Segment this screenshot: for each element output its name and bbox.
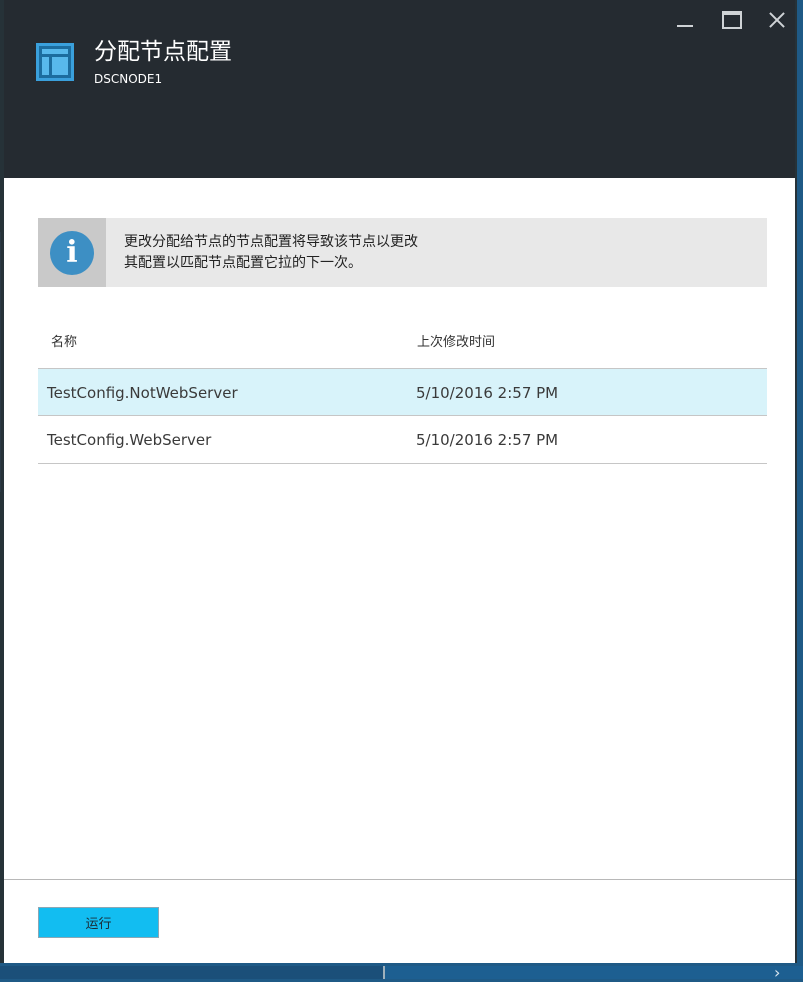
row-name: TestConfig.WebServer xyxy=(47,431,212,449)
blade-window: 分配节点配置 DSCNODE1 i 更改分配给节点的节点配置将导致该节点以更改 … xyxy=(0,0,797,963)
blade-icon-bar xyxy=(42,49,68,54)
row-last-modified: 5/10/2016 2:57 PM xyxy=(416,431,559,449)
info-message: 更改分配给节点的节点配置将导致该节点以更改 其配置以匹配节点配置它拉的下一次。 xyxy=(124,232,744,274)
blade-icon-left-panel xyxy=(42,57,49,75)
info-icon: i xyxy=(50,231,94,275)
close-icon[interactable] xyxy=(763,6,791,34)
blade-icon-right-panel xyxy=(52,57,68,75)
blade-icon xyxy=(36,43,74,81)
minimize-icon[interactable] xyxy=(671,6,699,34)
table-row[interactable]: TestConfig.NotWebServer 5/10/2016 2:57 P… xyxy=(38,368,767,416)
column-header-last-modified[interactable]: 上次修改时间 xyxy=(417,331,495,350)
blade-header: 分配节点配置 DSCNODE1 xyxy=(4,0,795,178)
taskbar-right xyxy=(383,966,803,979)
table-row[interactable]: TestConfig.WebServer 5/10/2016 2:57 PM xyxy=(38,416,767,464)
row-last-modified: 5/10/2016 2:57 PM xyxy=(416,384,559,402)
window-edge xyxy=(0,232,1,492)
chevron-right-icon[interactable]: › xyxy=(774,965,786,981)
info-message-line-2: 其配置以匹配节点配置它拉的下一次。 xyxy=(124,255,362,271)
row-name: TestConfig.NotWebServer xyxy=(47,384,238,402)
column-header-name[interactable]: 名称 xyxy=(51,331,77,350)
maximize-icon[interactable] xyxy=(717,6,745,34)
run-button[interactable]: 运行 xyxy=(38,907,159,938)
page-title: 分配节点配置 xyxy=(94,39,232,65)
page-subtitle: DSCNODE1 xyxy=(94,72,163,86)
grid-header: 名称 上次修改时间 xyxy=(38,320,767,360)
info-icon-panel: i xyxy=(38,218,106,287)
info-banner: i 更改分配给节点的节点配置将导致该节点以更改 其配置以匹配节点配置它拉的下一次… xyxy=(38,218,767,287)
taskbar-left xyxy=(0,966,383,979)
footer-divider xyxy=(4,879,795,880)
info-message-line-1: 更改分配给节点的节点配置将导致该节点以更改 xyxy=(124,234,418,250)
